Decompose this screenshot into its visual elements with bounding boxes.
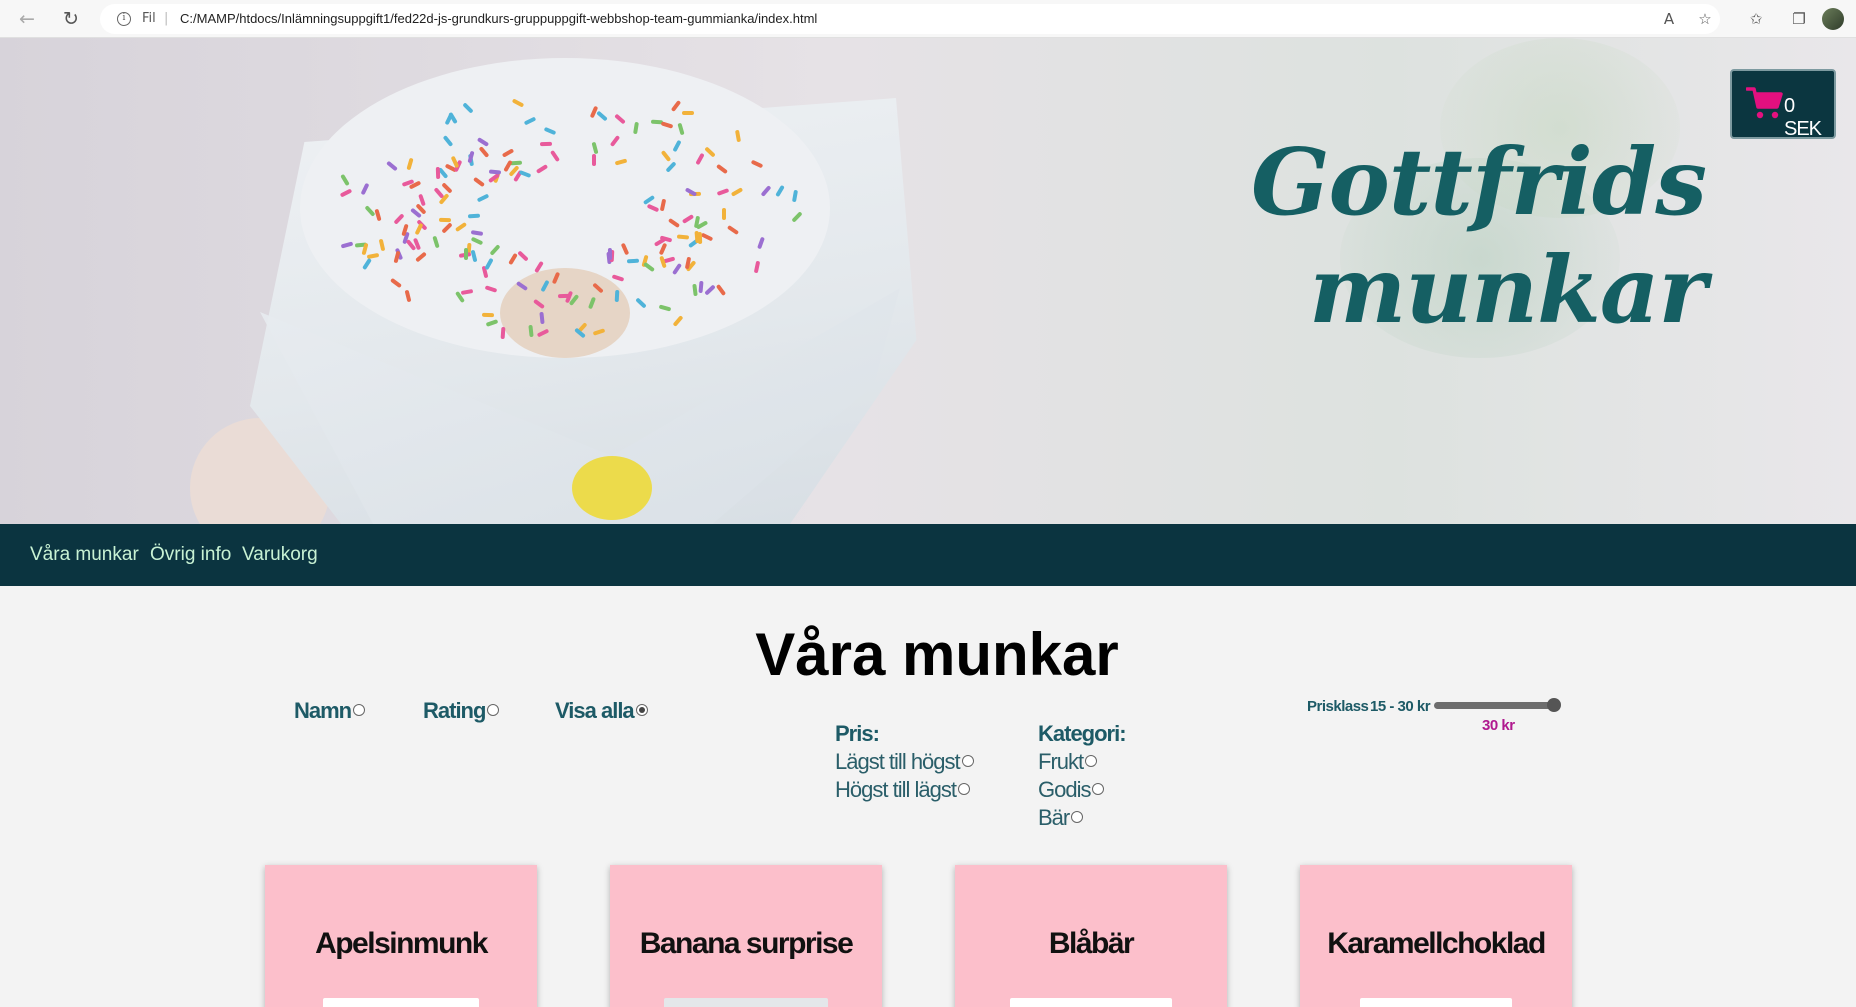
address-separator: | (164, 11, 169, 26)
price-sort-heading: Pris: (835, 721, 880, 746)
security-label: Fil (142, 11, 156, 26)
category-group: Kategori: Frukt Godis Bär (1038, 720, 1127, 832)
product-card[interactable]: Apelsinmunk (265, 865, 537, 1007)
address-bar[interactable]: i Fil | C:/MAMP/htdocs/Inlämningsuppgift… (100, 4, 1720, 34)
price-filter-label: Prisklass (1307, 698, 1369, 715)
sprinkle (467, 213, 480, 219)
sort-option-name[interactable]: Namn (294, 698, 366, 724)
main-nav: Våra munkar Övrig info Varukorg (0, 524, 1856, 586)
price-slider-track[interactable] (1434, 702, 1558, 709)
product-card[interactable]: Banana surprise (610, 865, 882, 1007)
price-asc-radio[interactable] (961, 755, 974, 768)
sort-option-label: Visa alla (555, 698, 635, 723)
collections-icon[interactable]: ❐ (1789, 9, 1809, 29)
site-title: Gottfrids munkar (1250, 128, 1707, 344)
price-sort-option-asc[interactable]: Lägst till högst (835, 748, 974, 776)
sprinkle (464, 247, 469, 260)
browser-toolbar: ← ↻ i Fil | C:/MAMP/htdocs/Inlämningsupp… (0, 0, 1856, 38)
url-text[interactable]: C:/MAMP/htdocs/Inlämningsuppgift1/fed22d… (180, 11, 817, 26)
product-card[interactable]: Karamellchoklad (1300, 865, 1572, 1007)
sprinkle (626, 258, 639, 264)
sprinkle (591, 153, 596, 166)
product-image (1010, 998, 1172, 1007)
price-sort-group: Pris: Lägst till högst Högst till lägst (835, 720, 974, 804)
sort-option-rating[interactable]: Rating (423, 698, 500, 724)
product-image (1360, 998, 1512, 1007)
sprinkle (607, 247, 612, 260)
category-frukt-radio[interactable] (1085, 755, 1098, 768)
sort-option-label: Namn (294, 698, 352, 723)
favorites-icon[interactable]: ✩ (1746, 9, 1766, 29)
category-bar-radio[interactable] (1071, 811, 1084, 824)
nav-link-varukorg[interactable]: Varukorg (242, 544, 318, 566)
sort-option-show-all[interactable]: Visa alla (555, 698, 648, 724)
read-aloud-icon[interactable]: A (1659, 9, 1679, 29)
page-title: Våra munkar (755, 621, 1119, 688)
site-title-line2: munkar (1309, 236, 1707, 344)
product-name: Blåbär (1048, 927, 1135, 960)
sprinkle (500, 326, 506, 339)
product-image (323, 998, 479, 1007)
product-name: Karamellchoklad (1327, 927, 1546, 960)
sprinkle (676, 234, 689, 240)
sort-name-radio[interactable] (353, 704, 366, 717)
product-card[interactable]: Blåbär (955, 865, 1227, 1007)
back-arrow-icon[interactable]: ← (14, 6, 40, 32)
sort-rating-radio[interactable] (487, 704, 500, 717)
price-slider-thumb[interactable] (1547, 698, 1561, 712)
info-icon[interactable]: i (117, 12, 131, 26)
cart-button[interactable]: 0 SEK (1730, 69, 1836, 140)
site-title-line1: Gottfrids (1250, 128, 1707, 236)
sprinkle (722, 208, 727, 221)
sprinkle (435, 166, 440, 180)
fingernail-image (572, 456, 652, 520)
category-option-bar[interactable]: Bär (1038, 804, 1126, 832)
price-filter-range: 15 - 30 kr (1370, 698, 1431, 715)
profile-avatar[interactable] (1822, 8, 1844, 30)
sort-show-all-radio[interactable] (635, 704, 648, 717)
nav-link-vara-munkar[interactable]: Våra munkar (30, 544, 139, 566)
sprinkle (539, 312, 545, 325)
category-godis-radio[interactable] (1092, 783, 1105, 796)
product-image (664, 998, 828, 1007)
price-sort-option-desc[interactable]: Högst till lägst (835, 776, 974, 804)
nav-link-ovrig-info[interactable]: Övrig info (150, 544, 231, 566)
cart-icon (1746, 87, 1783, 119)
sprinkle (682, 110, 695, 115)
sprinkle (540, 142, 553, 147)
sprinkle (488, 169, 502, 175)
category-option-frukt[interactable]: Frukt (1038, 748, 1126, 776)
cart-total: 0 SEK (1784, 95, 1822, 140)
favorite-add-icon[interactable]: ☆ (1695, 9, 1715, 29)
product-name: Banana surprise (639, 927, 854, 960)
product-name: Apelsinmunk (315, 927, 488, 960)
price-slider-value: 30 kr (1482, 717, 1515, 734)
sort-option-label: Rating (423, 698, 486, 723)
category-option-godis[interactable]: Godis (1038, 776, 1126, 804)
reload-icon[interactable]: ↻ (58, 6, 84, 32)
sprinkle (482, 312, 495, 318)
category-heading: Kategori: (1038, 721, 1127, 746)
price-desc-radio[interactable] (957, 783, 970, 796)
